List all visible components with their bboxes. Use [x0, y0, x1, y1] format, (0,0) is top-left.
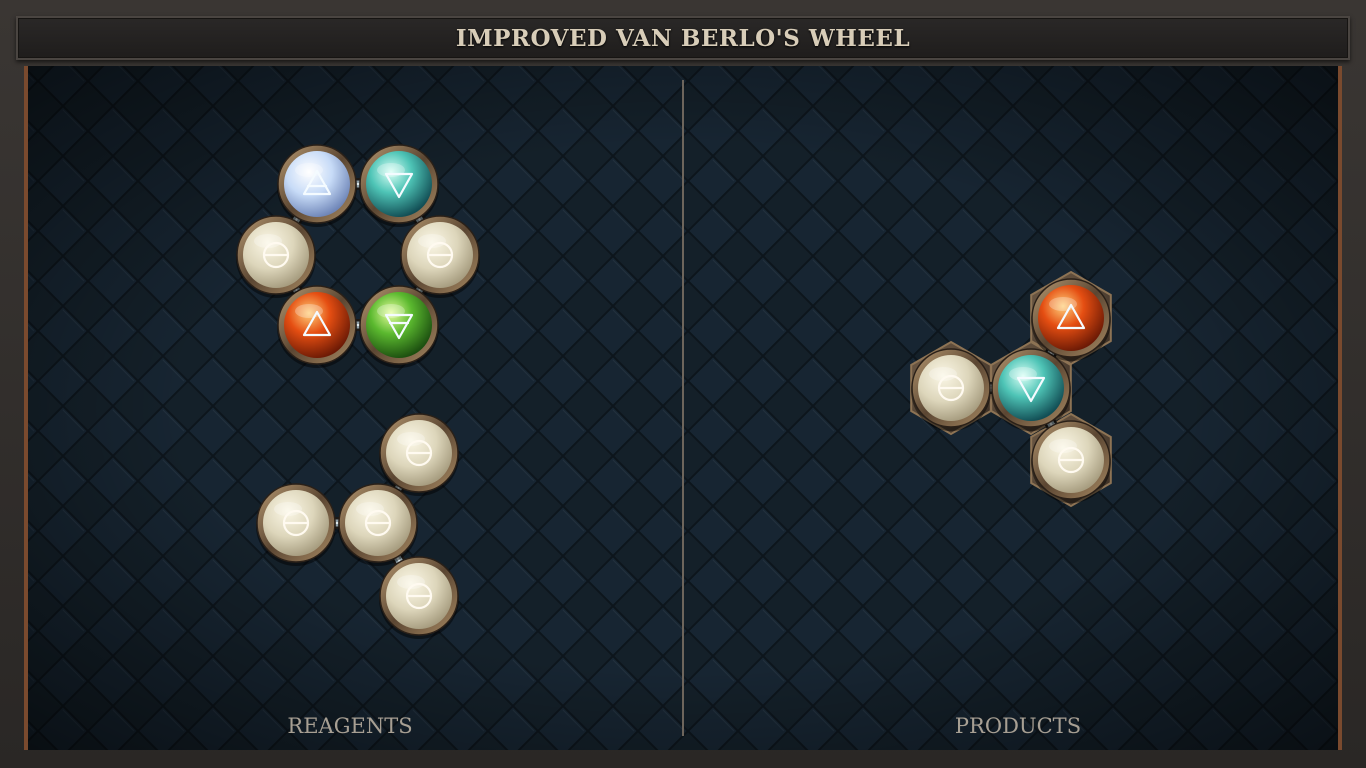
salt-atom[interactable] — [379, 413, 459, 496]
salt-atom[interactable] — [400, 215, 480, 298]
salt-atom[interactable] — [256, 483, 336, 566]
game-frame: IMPROVED VAN BERLO'S WHEEL REAGENTS PROD… — [0, 0, 1366, 768]
fire-atom[interactable] — [277, 285, 357, 368]
water-atom[interactable] — [991, 348, 1071, 431]
water-atom[interactable] — [359, 144, 439, 227]
earth-atom[interactable] — [359, 285, 439, 368]
fire-atom[interactable] — [1031, 278, 1111, 361]
salt-atom[interactable] — [338, 483, 418, 566]
air-atom[interactable] — [277, 144, 357, 227]
salt-atom[interactable] — [379, 556, 459, 639]
salt-atom[interactable] — [911, 348, 991, 431]
salt-atom[interactable] — [236, 215, 316, 298]
molecule-layer — [236, 144, 1112, 639]
salt-atom[interactable] — [1031, 420, 1111, 503]
